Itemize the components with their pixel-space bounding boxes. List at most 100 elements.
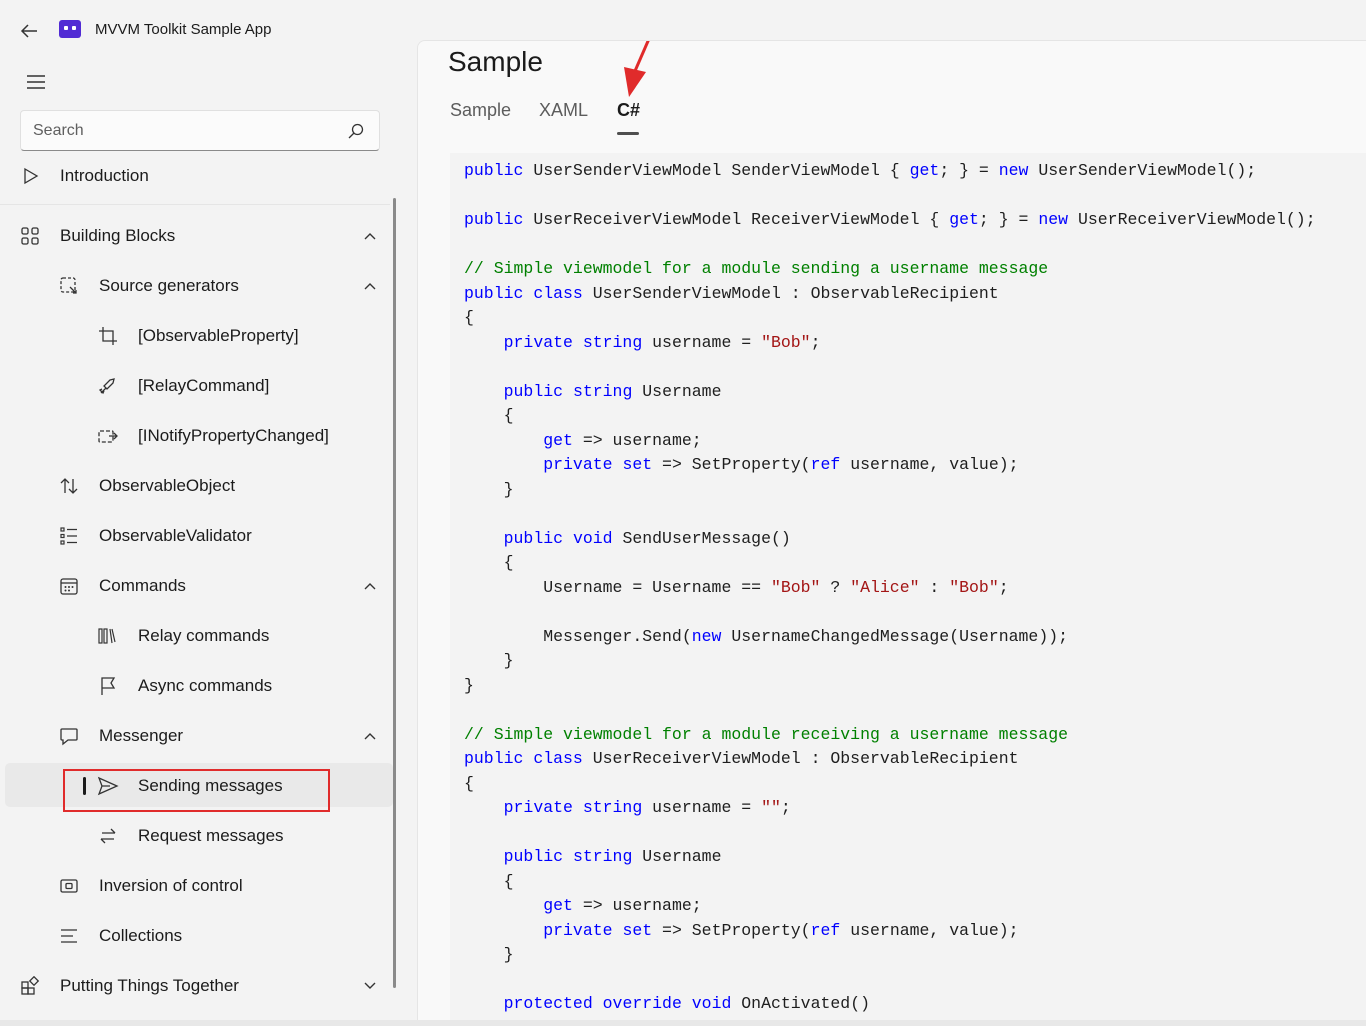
- code-viewer[interactable]: public UserSenderViewModel SenderViewMod…: [450, 153, 1366, 1020]
- code-token: get: [543, 896, 573, 915]
- code-line: }: [464, 674, 1316, 699]
- code-token: string: [582, 332, 643, 352]
- page-title: Sample: [448, 46, 543, 77]
- code-token: get: [543, 430, 573, 450]
- code-token: Username: [632, 847, 722, 866]
- nav-item-building-blocks[interactable]: Building Blocks: [0, 215, 390, 257]
- nav-label: Building Blocks: [60, 226, 176, 245]
- nav-item-observable-object[interactable]: ObservableObject: [0, 465, 390, 507]
- code-token: set: [622, 920, 653, 940]
- code-line: // Simple viewmodel for a module sending…: [464, 257, 1316, 282]
- nav-item-observable-property[interactable]: [ObservableProperty]: [0, 315, 390, 357]
- code-token: username =: [642, 332, 762, 352]
- nav-label: Source generators: [99, 276, 239, 295]
- nav-item-relay-command[interactable]: [RelayCommand]: [0, 365, 390, 407]
- nav-item-source-generators[interactable]: Source generators: [0, 265, 390, 307]
- code-line: public class UserSenderViewModel : Obser…: [464, 282, 1316, 307]
- code-line: {: [464, 870, 1316, 895]
- code-line: // Simple viewmodel for a module receivi…: [464, 723, 1316, 748]
- code-token: class: [533, 749, 583, 768]
- code-token: public: [464, 161, 524, 180]
- code-line: private string username = "";: [464, 796, 1316, 821]
- code-token: :: [919, 577, 950, 597]
- nav-item-inversion-of-control[interactable]: Inversion of control: [0, 865, 390, 907]
- code-token: ref: [810, 920, 841, 940]
- chevron-up-icon[interactable]: [360, 576, 380, 596]
- code-line: }: [464, 943, 1316, 968]
- code-token: {: [464, 773, 474, 793]
- chevron-up-icon[interactable]: [360, 726, 380, 746]
- search-icon[interactable]: [347, 122, 365, 140]
- code-token: "Bob": [770, 577, 821, 597]
- code-token: => SetProperty(: [652, 920, 811, 940]
- code-token: Messenger.Send(: [464, 626, 692, 646]
- code-token: "": [761, 798, 781, 817]
- code-token: private: [543, 455, 613, 474]
- back-button[interactable]: [14, 18, 44, 44]
- swap-arrows-icon: [97, 825, 119, 847]
- app-title: MVVM Toolkit Sample App: [95, 21, 272, 38]
- code-token: public: [503, 528, 564, 548]
- search-input[interactable]: [33, 119, 343, 143]
- code-line: Messenger.Send(new UsernameChangedMessag…: [464, 625, 1316, 650]
- chevron-up-icon[interactable]: [360, 226, 380, 246]
- nav-label: ObservableValidator: [99, 526, 252, 545]
- nav-label: Inversion of control: [99, 876, 243, 895]
- code-token: UserReceiverViewModel ReceiverViewModel …: [523, 210, 950, 229]
- chevron-up-icon[interactable]: [360, 276, 380, 296]
- code-line: public void SendUserMessage(): [464, 527, 1316, 552]
- calendar-icon: [58, 575, 80, 597]
- code-token: UserSenderViewModel : ObservableRecipien…: [582, 283, 999, 303]
- nav-item-commands[interactable]: Commands: [0, 565, 390, 607]
- code-token: new: [998, 161, 1029, 180]
- code-token: get: [909, 161, 940, 180]
- code-token: // Simple viewmodel for a module sending…: [464, 259, 1049, 278]
- menu-toggle-button[interactable]: [20, 68, 52, 96]
- nav-item-inotify-property-changed[interactable]: [INotifyPropertyChanged]: [0, 415, 390, 457]
- chevron-down-icon[interactable]: [360, 976, 380, 996]
- code-line: public string Username: [464, 380, 1316, 405]
- code-line: }: [464, 478, 1316, 503]
- annotation-highlight-box: [63, 769, 330, 812]
- code-line: public UserSenderViewModel SenderViewMod…: [464, 159, 1316, 184]
- nav-item-messenger[interactable]: Messenger: [0, 715, 390, 757]
- nav-item-putting-things-together[interactable]: Putting Things Together: [0, 965, 390, 1007]
- search-box[interactable]: [20, 110, 380, 151]
- nav-item-introduction[interactable]: Introduction: [0, 155, 390, 197]
- code-token: }: [464, 651, 514, 670]
- code-token: public: [503, 847, 564, 866]
- code-token: ;: [780, 798, 791, 817]
- nav-item-observable-validator[interactable]: ObservableValidator: [0, 515, 390, 557]
- tab-sample[interactable]: Sample: [450, 100, 511, 121]
- tab-csharp[interactable]: C#: [617, 100, 640, 121]
- code-token: {: [464, 308, 474, 327]
- code-line: private string username = "Bob";: [464, 331, 1316, 356]
- nav-label: [ObservableProperty]: [138, 326, 299, 345]
- code-line: }: [464, 649, 1316, 674]
- nav-item-async-commands[interactable]: Async commands: [0, 665, 390, 707]
- code-token: {: [464, 406, 514, 425]
- nav-scrollbar[interactable]: [393, 198, 396, 988]
- code-token: void: [572, 528, 613, 548]
- code-token: ; } =: [939, 161, 999, 180]
- code-token: private: [503, 798, 573, 817]
- nav-item-relay-commands[interactable]: Relay commands: [0, 615, 390, 657]
- code-token: }: [464, 675, 474, 695]
- nav-item-request-messages[interactable]: Request messages: [0, 815, 390, 857]
- code-token: ; } =: [978, 210, 1039, 229]
- nav-item-collections[interactable]: Collections: [0, 915, 390, 957]
- tab-xaml[interactable]: XAML: [539, 100, 588, 121]
- code-line: {: [464, 772, 1316, 797]
- play-icon: [20, 165, 42, 187]
- code-token: set: [622, 455, 653, 474]
- code-line: {: [464, 551, 1316, 576]
- rocket-icon: [97, 375, 119, 397]
